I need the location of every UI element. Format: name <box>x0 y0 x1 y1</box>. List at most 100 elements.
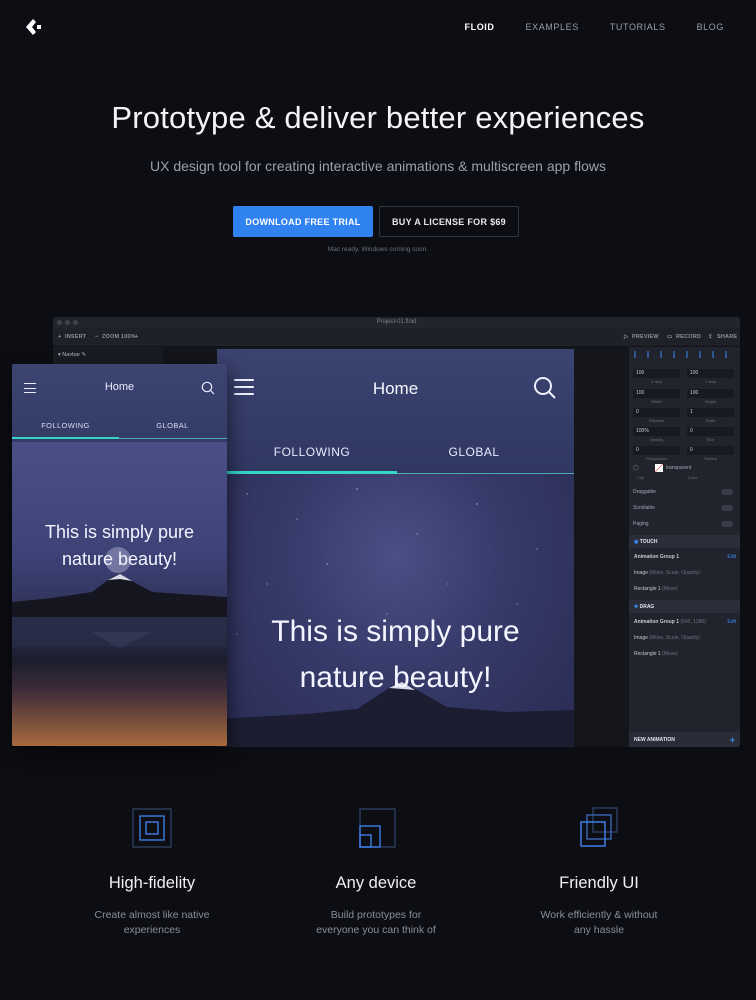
paging-toggle[interactable] <box>721 521 733 527</box>
feature-title: High-fidelity <box>108 874 196 892</box>
feature-description: Build prototypes for everyone you can th… <box>316 909 436 936</box>
layer-row-navbar[interactable]: ▾ Navbar ✎ <box>58 352 86 358</box>
nav-link-examples[interactable]: EXAMPLES <box>526 22 579 32</box>
x-axis-label: X axis <box>651 379 662 384</box>
touch-section-header[interactable]: ◉ TOUCH <box>629 535 740 548</box>
high-fidelity-icon <box>132 808 172 848</box>
feature-any-device: Any device Build prototypes for everyone… <box>250 806 502 937</box>
clip-label: Clip <box>637 475 644 480</box>
window-title: Project-01.floid <box>376 319 417 325</box>
touch-animation-group[interactable]: Animation Group 1 <box>634 554 679 560</box>
radius-label: Radius <box>704 456 717 461</box>
preview-header: Home FOLLOWING GLOBAL <box>12 364 227 442</box>
zoom-plus-icon: + <box>135 334 139 340</box>
hero-subtitle: UX design tool for creating interactive … <box>150 158 606 174</box>
opacity-field[interactable]: 100% <box>633 427 680 436</box>
radius-field[interactable]: 0 <box>687 446 734 455</box>
phone-tabs: FOLLOWING GLOBAL <box>217 439 574 474</box>
download-trial-button[interactable]: DOWNLOAD FREE TRIAL <box>233 206 373 237</box>
align-tools-icon[interactable] <box>632 350 736 359</box>
fill-value: transparent <box>666 465 692 471</box>
feature-description: Work efficiently & without any hassle <box>540 909 658 936</box>
phone-header: Home FOLLOWING GLOBAL <box>217 349 574 474</box>
opacity-label: Opacity <box>649 437 664 442</box>
draggable-toggle[interactable] <box>721 489 733 495</box>
blur-field[interactable]: 0 <box>687 427 734 436</box>
drag-animation-group[interactable]: Animation Group 1 (640, 1280) <box>634 619 706 625</box>
touch-group-edit-link[interactable]: Edit <box>727 554 736 560</box>
height-field[interactable]: 100 <box>687 389 734 398</box>
touch-image-item[interactable]: Image (Move, Scale, Opacity) <box>634 570 700 576</box>
inspector-panel: 100 100 X axis Y axis 100 100 Width Heig… <box>629 347 740 747</box>
preview-tab-global[interactable]: GLOBAL <box>119 421 226 430</box>
share-button[interactable]: SHARE <box>717 334 737 340</box>
canvas-phone-artboard[interactable]: Home FOLLOWING GLOBAL This is simply pur… <box>217 349 574 747</box>
preview-tab-following[interactable]: FOLLOWING <box>12 421 119 430</box>
drag-icon: ✥ <box>634 604 639 610</box>
top-nav: FLOID EXAMPLES TUTORIALS BLOG <box>0 0 756 56</box>
nav-link-floid[interactable]: FLOID <box>465 22 495 32</box>
tab-following[interactable]: FOLLOWING <box>227 445 397 459</box>
feature-description: Create almost like native experiences <box>94 909 210 936</box>
insert-plus-icon: + <box>58 334 62 340</box>
width-label: Width <box>651 399 662 404</box>
drag-image-item[interactable]: Image (Move, Scale, Opacity) <box>634 635 700 641</box>
hero-title: Prototype & deliver better experiences <box>111 100 645 135</box>
preview-mountain-image <box>12 442 227 746</box>
record-button[interactable]: RECORD <box>676 334 701 340</box>
nav-link-tutorials[interactable]: TUTORIALS <box>610 22 666 32</box>
height-label: Height <box>704 399 717 404</box>
nav-link-blog[interactable]: BLOG <box>697 22 724 32</box>
fill-color-swatch[interactable] <box>655 464 663 472</box>
y-axis-field[interactable]: 100 <box>687 369 734 378</box>
draggable-label: Draggable <box>633 489 657 495</box>
caption-line-2: nature beauty! <box>299 661 492 694</box>
caption-line-1: This is simply pure <box>271 615 520 648</box>
feature-title: Friendly UI <box>559 874 639 892</box>
scale-field[interactable]: 1 <box>687 408 734 417</box>
preview-caption-line-1: This is simply pure <box>44 522 195 542</box>
feature-title: Any device <box>335 874 417 892</box>
x-axis-field[interactable]: 100 <box>633 369 680 378</box>
friendly-ui-icon <box>580 807 618 847</box>
scrollable-toggle[interactable] <box>721 505 733 511</box>
y-axis-label: Y axis <box>705 379 716 384</box>
rotation-field[interactable]: 0 <box>633 408 680 417</box>
preview-landscape-decoration <box>12 547 227 648</box>
drag-section-header[interactable]: ✥ DRAG <box>629 600 740 613</box>
preview-play-icon: ▷ <box>624 334 629 340</box>
preview-caption-line-2: nature beauty! <box>61 549 178 569</box>
scale-label: Scale <box>705 418 716 423</box>
clip-checkbox[interactable]: ◯ <box>633 465 639 471</box>
feature-high-fidelity: High-fidelity Create almost like native … <box>26 806 278 937</box>
drag-group-edit-link[interactable]: Edit <box>727 619 736 625</box>
floid-logo-icon[interactable] <box>24 18 44 36</box>
preview-active-tab-indicator <box>12 437 119 439</box>
drag-rect-item[interactable]: Rectangle 1 (Move) <box>634 651 678 657</box>
share-icon: ⇪ <box>708 334 713 340</box>
search-icon[interactable] <box>533 376 557 400</box>
scrollable-label: Scrollable <box>633 505 655 511</box>
new-animation-bar[interactable]: NEW ANIMATION + <box>629 732 740 747</box>
touch-rect-item[interactable]: Rectangle 1 (Move) <box>634 586 678 592</box>
color-label: Color <box>687 475 698 480</box>
preview-title: Home <box>104 381 135 393</box>
perspective-field[interactable]: 0 <box>633 446 680 455</box>
touch-icon: ◉ <box>634 539 639 545</box>
perspective-label: Perspective <box>646 456 667 461</box>
preview-caption: This is simply pure nature beauty! <box>12 519 227 573</box>
zoom-control[interactable]: ZOOM 100% <box>102 334 136 340</box>
platform-note: Mac ready. Windows coming soon. <box>327 246 429 253</box>
insert-menu[interactable]: INSERT <box>65 334 86 340</box>
zoom-minus-icon: − <box>95 334 99 340</box>
device-preview-phone: Home FOLLOWING GLOBAL This is simply pur… <box>12 364 227 746</box>
tab-global[interactable]: GLOBAL <box>389 445 559 459</box>
width-field[interactable]: 100 <box>633 389 680 398</box>
app-toolbar: + INSERT − ZOOM 100% + ▷ PREVIEW ▭ RECOR… <box>53 328 740 347</box>
phone-title: Home <box>372 379 419 398</box>
preview-search-icon[interactable] <box>201 381 215 395</box>
add-animation-icon[interactable]: + <box>730 735 735 745</box>
preview-button[interactable]: PREVIEW <box>632 334 659 340</box>
buy-license-button[interactable]: BUY A LICENSE FOR $69 <box>379 206 519 237</box>
phone-caption: This is simply pure nature beauty! <box>217 609 574 701</box>
